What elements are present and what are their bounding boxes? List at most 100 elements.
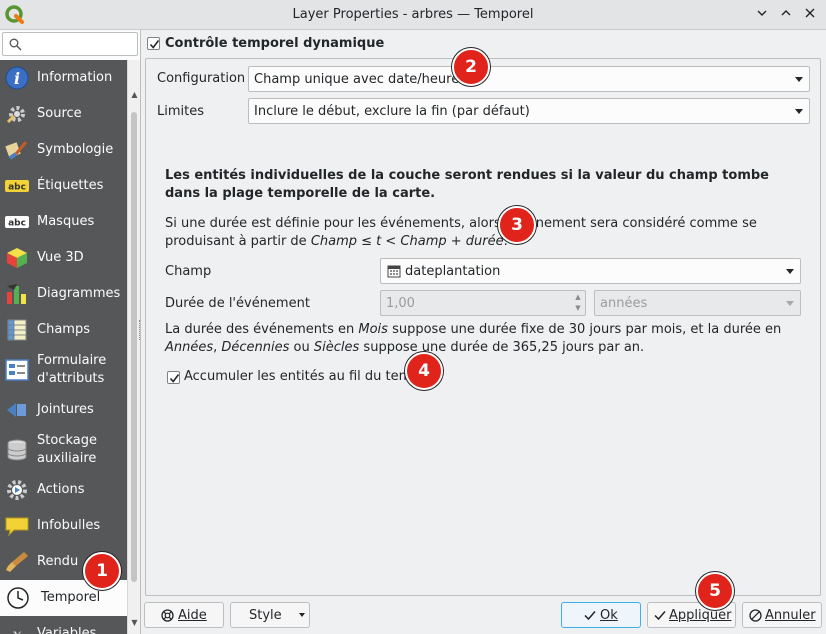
- note-text: suppose une durée fixe de 30 jours par m…: [387, 322, 782, 337]
- duration-unit-value: années: [600, 296, 648, 311]
- sidebar-item-tooltips[interactable]: Infobulles: [0, 508, 127, 544]
- annotation-badge-3: 3: [498, 206, 536, 244]
- sidebar-item-label: Formulaire d'attributs: [37, 353, 107, 386]
- sidebar-item-fields[interactable]: Champs: [0, 312, 127, 348]
- note-decades: Décennies: [221, 340, 290, 355]
- note-text: suppose une durée de 365,25 jours par an…: [359, 340, 645, 355]
- sidebar-item-actions[interactable]: Actions: [0, 472, 127, 508]
- temporal-page: Contrôle temporel dynamique Configuratio…: [141, 30, 826, 598]
- spin-up-icon[interactable]: ▲: [573, 292, 583, 303]
- chevron-down-icon: [795, 77, 803, 82]
- scroll-down-arrow-icon[interactable]: ▼: [130, 618, 139, 627]
- sidebar-item-label: Diagrammes: [37, 286, 121, 301]
- window-titlebar: Layer Properties - arbres — Temporel: [0, 0, 826, 30]
- apply-button-label: Appliquer: [669, 608, 732, 623]
- sidebar-item-3d-view[interactable]: Vue 3D: [0, 240, 127, 276]
- sidebar-item-label: Rendu: [37, 554, 79, 569]
- sidebar-item-labels[interactable]: abc Étiquettes: [0, 168, 127, 204]
- configuration-select[interactable]: Champ unique avec date/heure: [248, 66, 810, 92]
- sidebar-item-label: Variables: [37, 626, 97, 634]
- sidebar-item-diagrams[interactable]: Diagrammes: [0, 276, 127, 312]
- actions-icon: [7, 480, 27, 500]
- temporal-bold-description: Les entités individuelles de la couche s…: [165, 168, 769, 201]
- symbology-icon: [5, 141, 28, 160]
- annotation-badge-2: 2: [452, 48, 490, 86]
- annotation-badge-5: 5: [696, 572, 734, 610]
- duration-note: La durée des événements en Mois suppose …: [165, 321, 805, 357]
- duration-spinbox[interactable]: 1,00 ▲ ▼: [380, 290, 586, 316]
- scroll-up-arrow-icon[interactable]: ▲: [130, 90, 139, 99]
- style-button-label: Style: [249, 608, 282, 623]
- chevron-down-icon: [786, 301, 794, 306]
- lifebuoy-icon: [161, 609, 174, 622]
- sidebar-item-attribute-form[interactable]: Formulaire d'attributs: [0, 348, 127, 392]
- svg-text:x: x: [12, 625, 21, 634]
- sidebar-item-label: Actions: [37, 482, 85, 497]
- sidebar-item-symbology[interactable]: Symbologie: [0, 132, 127, 168]
- sidebar-item-label: Infobulles: [37, 518, 101, 533]
- chevron-down-icon: [299, 613, 305, 617]
- sidebar-item-information[interactable]: i Information: [0, 60, 127, 96]
- sidebar-item-source[interactable]: Source: [0, 96, 127, 132]
- info-icon: i: [5, 66, 29, 90]
- dynamic-temporal-checkbox[interactable]: [147, 37, 160, 50]
- duration-unit-select[interactable]: années: [594, 290, 801, 316]
- help-button-label: Aide: [178, 608, 207, 623]
- sidebar-item-joins[interactable]: Jointures: [0, 392, 127, 428]
- tooltips-icon: [5, 517, 29, 537]
- cancel-icon: [749, 609, 762, 622]
- sidebar-scrollbar[interactable]: ▲ ▼: [127, 60, 140, 634]
- chevron-up-icon: [781, 10, 791, 16]
- chevron-down-icon: [786, 269, 794, 274]
- field-label: Champ: [165, 264, 212, 279]
- sidebar-item-label: Étiquettes: [37, 178, 104, 193]
- minimize-button[interactable]: [752, 5, 772, 25]
- cancel-button-label: Annuler: [765, 608, 816, 623]
- help-button[interactable]: Aide: [144, 602, 224, 628]
- sidebar: i Information Source Symbologie abc Étiq…: [0, 30, 141, 634]
- svg-text:i: i: [14, 69, 20, 88]
- field-value: dateplantation: [405, 264, 501, 279]
- diagrams-icon: [7, 284, 26, 304]
- accumulate-label: Accumuler les entités au fil du temps: [184, 369, 427, 384]
- close-button[interactable]: [800, 5, 820, 25]
- sidebar-item-auxiliary-storage[interactable]: Stockage auxiliaire: [0, 428, 127, 472]
- cancel-button[interactable]: Annuler: [742, 602, 822, 628]
- clock-icon: [7, 587, 29, 609]
- duration-label: Durée de l'événement: [165, 296, 310, 311]
- sidebar-search-input[interactable]: [2, 32, 138, 56]
- sidebar-item-label: Jointures: [37, 402, 94, 417]
- variables-icon: x: [12, 625, 21, 634]
- maximize-button[interactable]: [776, 5, 796, 25]
- ok-button[interactable]: Ok: [561, 602, 641, 628]
- accumulate-checkbox[interactable]: [167, 371, 180, 384]
- sidebar-item-label: Vue 3D: [37, 250, 84, 265]
- description-formula: Champ ≤ t < Champ + durée: [310, 234, 504, 249]
- sidebar-nav-list: i Information Source Symbologie abc Étiq…: [0, 60, 127, 634]
- spin-down-icon[interactable]: ▼: [573, 303, 583, 314]
- checkmark-icon: [654, 611, 666, 621]
- sidebar-item-variables[interactable]: x Variables: [0, 616, 127, 634]
- note-text: La durée des événements en: [165, 322, 359, 337]
- masks-icon: abc: [5, 216, 29, 229]
- dynamic-temporal-label: Contrôle temporel dynamique: [165, 36, 385, 51]
- joins-icon: [7, 403, 26, 417]
- note-centuries: Siècles: [313, 340, 360, 355]
- limits-select[interactable]: Inclure le début, exclure la fin (par dé…: [248, 98, 810, 124]
- checkmark-icon: [169, 374, 180, 383]
- checkmark-icon: [149, 40, 160, 49]
- 3d-view-icon: [7, 248, 27, 268]
- sidebar-item-label: Champs: [37, 322, 90, 337]
- sidebar-item-label: Symbologie: [37, 142, 114, 157]
- sidebar-item-masks[interactable]: abc Masques: [0, 204, 127, 240]
- source-icon: [6, 106, 25, 124]
- svg-text:abc: abc: [8, 183, 26, 193]
- checkmark-icon: [584, 611, 596, 621]
- limits-value: Inclure le début, exclure la fin (par dé…: [254, 104, 530, 119]
- field-select[interactable]: dateplantation: [380, 258, 801, 284]
- limits-label: Limites: [157, 104, 204, 119]
- scrollbar-thumb[interactable]: [131, 112, 137, 582]
- style-dropdown-button[interactable]: Style: [230, 602, 310, 628]
- sidebar-item-label: Stockage auxiliaire: [37, 433, 97, 466]
- duration-value: 1,00: [386, 296, 415, 311]
